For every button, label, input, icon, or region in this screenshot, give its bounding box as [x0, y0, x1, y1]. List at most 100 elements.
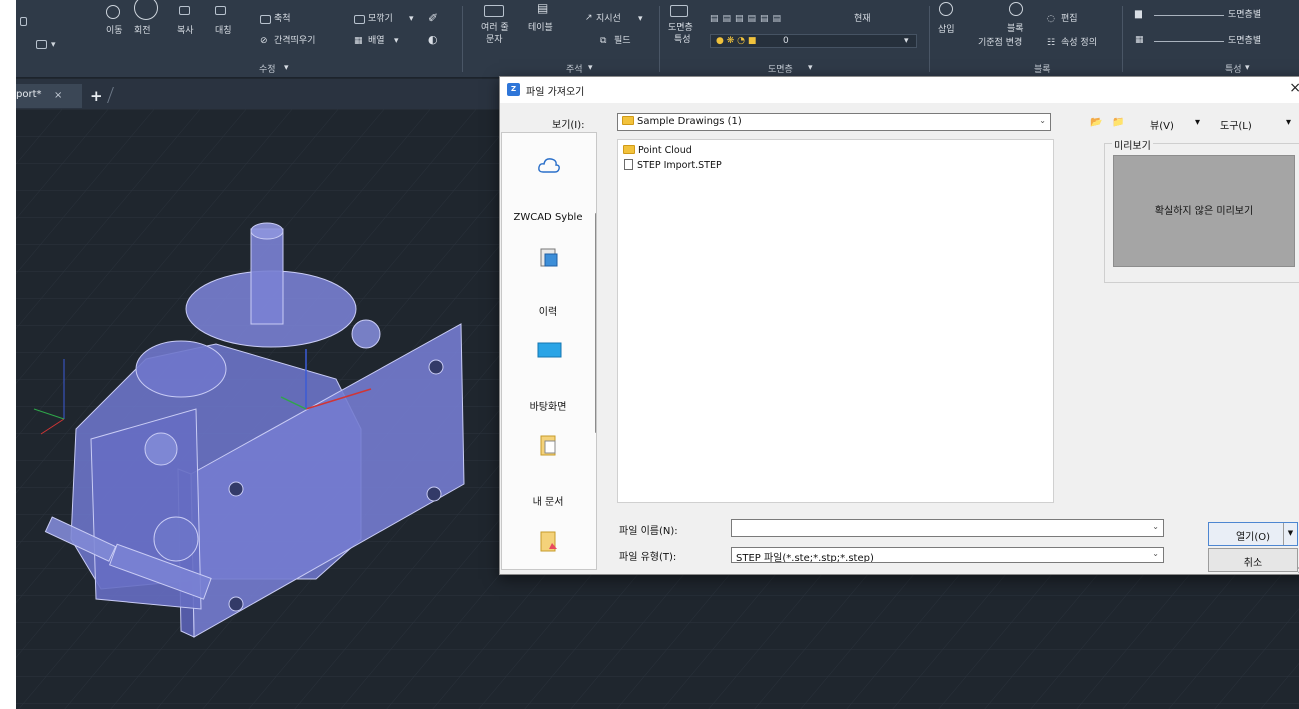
leader-dropdown-icon[interactable]: ▾ [638, 13, 643, 25]
insert-button[interactable]: 삽입 [938, 24, 955, 36]
new-tab-button[interactable]: + [90, 87, 103, 105]
back-folder-icon[interactable]: 📂 [1090, 117, 1102, 128]
multiline-text-button[interactable]: 여러 줄 [481, 22, 509, 34]
filename-input[interactable]: ⌄ [731, 519, 1164, 537]
open-options-icon[interactable]: ▼ [1283, 523, 1297, 545]
desktop-icon[interactable] [536, 337, 562, 363]
table-button[interactable]: 테이블 [528, 22, 553, 34]
tools-dropdown-icon[interactable]: ▾ [1286, 117, 1291, 128]
copy-label[interactable]: 복사 [177, 25, 194, 37]
mirror-label[interactable]: 대칭 [215, 25, 232, 37]
places-scrollbar[interactable] [595, 213, 596, 433]
modify-panel-label[interactable]: 수정 [259, 62, 276, 75]
rectangle-icon[interactable] [36, 40, 47, 49]
field-button[interactable]: 필드 [614, 35, 631, 47]
attribute-icon[interactable]: ☷ [1047, 37, 1055, 49]
linetype-bylayer[interactable]: 도면층별 [1228, 35, 1261, 47]
scale-icon[interactable] [260, 15, 271, 24]
filetype-dropdown[interactable]: STEP 파일(*.ste;*.stp;*.step) ⌄ [731, 547, 1164, 563]
mirror-icon[interactable] [215, 6, 226, 15]
set-current-button[interactable]: 현재 [854, 13, 871, 25]
tab-divider [107, 87, 114, 103]
preview-label: 미리보기 [1112, 137, 1153, 152]
favorites-icon[interactable] [536, 529, 562, 555]
list-item[interactable]: Point Cloud [623, 145, 692, 156]
color-swatch-icon[interactable]: ▆ [1135, 8, 1142, 20]
layer-state-icons: ● ❋ ◔ ■ [716, 36, 757, 46]
rotate-icon[interactable] [134, 0, 158, 20]
annotation-panel-label[interactable]: 주석 [566, 62, 583, 75]
array-button[interactable]: 배열 [368, 35, 385, 47]
layer-tools-icon[interactable]: ▤▤▤▤▤▤ [710, 13, 785, 25]
linetype-icon[interactable]: ▦ [1135, 34, 1144, 46]
array-dropdown-icon[interactable]: ▾ [394, 35, 399, 47]
rotate-label[interactable]: 회전 [134, 25, 151, 37]
layers-panel-label[interactable]: 도면층 [768, 62, 793, 75]
layer-value: 0 [783, 36, 789, 46]
cancel-button[interactable]: 취소 [1208, 548, 1298, 572]
close-button[interactable]: × [1289, 80, 1299, 96]
look-in-dropdown[interactable]: Sample Drawings (1) ⌄ [617, 113, 1051, 131]
places-item-zwcad[interactable]: ZWCAD Syble [502, 212, 594, 223]
field-icon[interactable]: ⧉ [600, 35, 606, 47]
fillet-dropdown-icon[interactable]: ▾ [409, 13, 414, 25]
layer-properties-button-line2[interactable]: 특성 [674, 34, 691, 46]
move-label[interactable]: 이동 [106, 25, 123, 37]
block-panel-label[interactable]: 블록 [1034, 62, 1051, 75]
offset-button[interactable]: 간격띄우기 [274, 35, 315, 47]
open-button[interactable]: 열기(O) ▼ [1208, 522, 1298, 546]
properties-panel-arrow-icon[interactable]: ▾ [1245, 62, 1250, 74]
preview-text: 확실하지 않은 미리보기 [1154, 206, 1254, 217]
document-tab[interactable]: port* [16, 84, 82, 108]
look-in-label: 보기(I): [552, 120, 585, 131]
layers-panel-arrow-icon[interactable]: ▾ [808, 62, 813, 74]
edit-button[interactable]: 편집 [1061, 13, 1078, 25]
preview-group: 미리보기 확실하지 않은 미리보기 [1104, 137, 1299, 283]
color-bylayer[interactable]: 도면층별 [1228, 9, 1261, 21]
cloud-icon[interactable] [536, 153, 562, 179]
views-menu[interactable]: 뷰(V) [1150, 117, 1174, 132]
change-base-button[interactable]: 기준점 변경 [978, 37, 1022, 49]
fillet-button[interactable]: 모깎기 [368, 13, 393, 25]
edit-icon[interactable]: ◌ [1047, 13, 1055, 25]
scale-button[interactable]: 축척 [274, 13, 291, 25]
filetype-label: 파일 유형(T): [619, 552, 677, 563]
history-icon[interactable] [536, 245, 562, 271]
draw-tool-icon[interactable] [20, 17, 27, 26]
layer-dropdown[interactable]: ● ❋ ◔ ■ 0 ▾ [710, 34, 917, 48]
separator [462, 6, 463, 72]
attribute-define-button[interactable]: 속성 정의 [1061, 37, 1097, 49]
up-folder-icon[interactable]: 📁 [1112, 117, 1124, 128]
views-dropdown-icon[interactable]: ▾ [1195, 117, 1200, 128]
places-item-history[interactable]: 이력 [502, 303, 594, 318]
layer-properties-icon[interactable] [670, 5, 688, 17]
block-button[interactable]: 블록 [1007, 23, 1024, 35]
offset-icon[interactable]: ⊘ [260, 35, 268, 47]
modify-panel-arrow-icon[interactable]: ▾ [284, 62, 289, 74]
places-item-documents[interactable]: 내 문서 [502, 493, 594, 508]
multiline-text-icon[interactable] [484, 5, 504, 17]
ribbon: ▾ 이동 회전 복사 대칭 축척 ⊘ 간격띄우기 모깎기 ▾ ▦ 배열 ▾ ✐ … [16, 0, 1299, 78]
explode-icon[interactable]: ◐ [428, 34, 438, 46]
file-list[interactable]: Point Cloud STEP Import.STEP [617, 139, 1054, 503]
multiline-text-button-line2[interactable]: 문자 [486, 34, 503, 46]
block-icon[interactable] [1009, 2, 1023, 16]
copy-icon[interactable] [179, 6, 190, 15]
move-icon[interactable] [106, 5, 120, 19]
places-item-desktop[interactable]: 바탕화면 [502, 398, 594, 413]
leader-icon[interactable]: ↗ [585, 12, 593, 24]
array-icon[interactable]: ▦ [354, 35, 363, 47]
close-tab-icon[interactable]: × [54, 90, 62, 101]
places-bar: ZWCAD Syble 이력 바탕화면 내 문서 [501, 132, 597, 570]
properties-panel-label[interactable]: 특성 [1225, 62, 1242, 75]
annotation-panel-arrow-icon[interactable]: ▾ [588, 62, 593, 74]
list-item[interactable]: STEP Import.STEP [623, 159, 722, 171]
table-icon[interactable]: ▤ [537, 2, 548, 14]
tools-menu[interactable]: 도구(L) [1220, 117, 1252, 132]
layer-properties-button[interactable]: 도면층 [668, 22, 693, 34]
insert-icon[interactable] [939, 2, 953, 16]
fillet-icon[interactable] [354, 15, 365, 24]
erase-icon[interactable]: ✐ [428, 12, 438, 24]
leader-button[interactable]: 지시선 [596, 13, 621, 25]
documents-icon[interactable] [536, 433, 562, 459]
